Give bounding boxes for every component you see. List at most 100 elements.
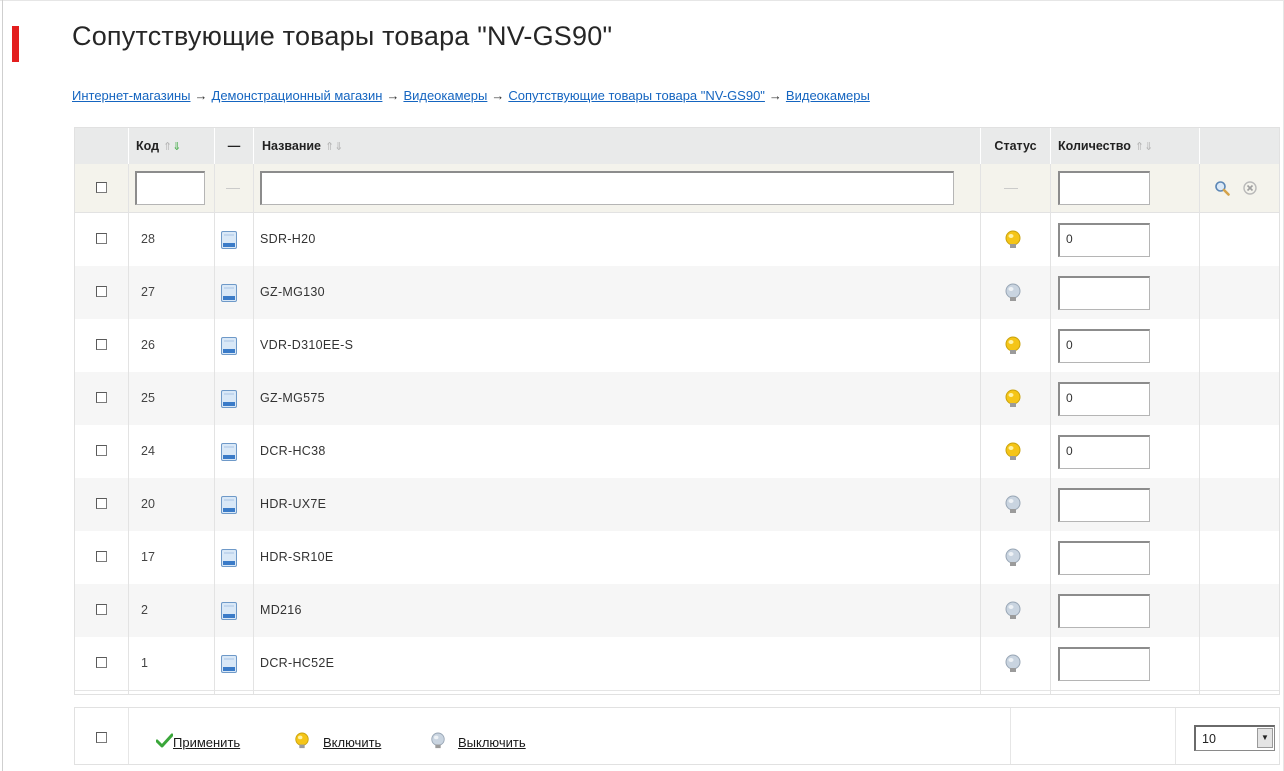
filter-status-dash: — xyxy=(1004,179,1018,195)
breadcrumb-link-related[interactable]: Сопутствующие товары товара "NV-GS90" xyxy=(508,88,765,103)
breadcrumb-link-camcorders-current[interactable]: Видеокамеры xyxy=(786,88,870,103)
quantity-field[interactable] xyxy=(1058,647,1150,681)
row-code: 24 xyxy=(141,444,155,458)
quantity-field[interactable]: 0 xyxy=(1058,329,1150,363)
bulb-on-icon[interactable] xyxy=(1004,389,1022,409)
header-status-label: Статус xyxy=(994,139,1037,153)
page-size-select[interactable]: 10 ▼ xyxy=(1194,725,1275,751)
bulb-off-icon[interactable] xyxy=(1004,495,1022,515)
quantity-field[interactable]: 0 xyxy=(1058,223,1150,257)
filter-name-input[interactable] xyxy=(260,171,954,205)
header-code-label: Код xyxy=(136,139,160,153)
header-actions-col xyxy=(1199,128,1279,164)
page-title: Сопутствующие товары товара "NV-GS90" xyxy=(72,21,613,51)
document-icon[interactable] xyxy=(221,549,237,567)
search-icon[interactable] xyxy=(1214,180,1230,196)
table-row: 17 HDR-SR10E xyxy=(75,531,1279,585)
document-icon[interactable] xyxy=(221,231,237,249)
filter-code-input[interactable] xyxy=(135,171,205,205)
clear-filter-icon[interactable] xyxy=(1243,181,1257,195)
breadcrumb-separator: → xyxy=(386,88,400,103)
header-quantity-label: Количество xyxy=(1058,139,1131,153)
row-select-checkbox[interactable] xyxy=(96,498,107,509)
row-select-checkbox[interactable] xyxy=(96,392,107,403)
table-row: 2 MD216 xyxy=(75,584,1279,638)
column-divider xyxy=(214,164,215,694)
bulb-on-icon[interactable] xyxy=(1004,442,1022,462)
sort-arrows-icon[interactable]: ⇑⇓ xyxy=(1135,141,1153,153)
bulb-on-icon[interactable] xyxy=(1004,336,1022,356)
table-row: 24 DCR-HC38 0 xyxy=(75,425,1279,479)
document-icon[interactable] xyxy=(221,496,237,514)
filter-select-checkbox[interactable] xyxy=(96,182,107,193)
row-name: GZ-MG130 xyxy=(260,285,325,299)
header-quantity[interactable]: Количество ⇑⇓ xyxy=(1050,128,1199,164)
row-select-checkbox[interactable] xyxy=(96,657,107,668)
header-select-col xyxy=(75,128,128,164)
sort-arrows-icon[interactable]: ⇑⇓ xyxy=(163,141,181,153)
bulb-off-icon xyxy=(431,732,445,749)
quantity-field[interactable] xyxy=(1058,488,1150,522)
bulb-on-icon[interactable] xyxy=(1004,230,1022,250)
row-code: 1 xyxy=(141,656,148,670)
quantity-field[interactable]: 0 xyxy=(1058,382,1150,416)
quantity-field[interactable] xyxy=(1058,276,1150,310)
breadcrumb-separator: → xyxy=(768,88,782,103)
actions-footer: Применить Включить Выключить 10 ▼ xyxy=(74,707,1280,765)
header-code[interactable]: Код ⇑⇓ xyxy=(128,128,214,164)
row-name: HDR-SR10E xyxy=(260,550,334,564)
column-divider xyxy=(253,164,254,694)
select-all-checkbox[interactable] xyxy=(96,732,107,743)
document-icon[interactable] xyxy=(221,655,237,673)
footer-divider xyxy=(1010,708,1011,764)
left-divider xyxy=(2,0,3,771)
row-code: 20 xyxy=(141,497,155,511)
document-icon[interactable] xyxy=(221,390,237,408)
row-code: 28 xyxy=(141,232,155,246)
header-type: — xyxy=(214,128,253,164)
disable-button[interactable]: Выключить xyxy=(458,735,526,750)
footer-divider xyxy=(128,708,129,764)
row-select-checkbox[interactable] xyxy=(96,339,107,350)
table-row: 28 SDR-H20 0 xyxy=(75,213,1279,267)
page-size-value: 10 xyxy=(1202,732,1216,746)
table-row: 25 GZ-MG575 0 xyxy=(75,372,1279,426)
quantity-field[interactable]: 0 xyxy=(1058,435,1150,469)
quantity-field[interactable] xyxy=(1058,541,1150,575)
sort-arrows-icon[interactable]: ⇑⇓ xyxy=(325,141,343,153)
row-name: MD216 xyxy=(260,603,302,617)
breadcrumb-link-camcorders[interactable]: Видеокамеры xyxy=(403,88,487,103)
row-select-checkbox[interactable] xyxy=(96,233,107,244)
row-select-checkbox[interactable] xyxy=(96,551,107,562)
chevron-down-icon[interactable]: ▼ xyxy=(1257,728,1273,748)
header-name[interactable]: Название ⇑⇓ xyxy=(253,128,980,164)
document-icon[interactable] xyxy=(221,443,237,461)
checkmark-icon xyxy=(156,733,173,748)
bulb-off-icon[interactable] xyxy=(1004,654,1022,674)
row-select-checkbox[interactable] xyxy=(96,445,107,456)
row-select-checkbox[interactable] xyxy=(96,286,107,297)
bulb-off-icon[interactable] xyxy=(1004,601,1022,621)
column-divider xyxy=(1050,164,1051,694)
row-name: HDR-UX7E xyxy=(260,497,327,511)
header-status: Статус xyxy=(980,128,1050,164)
breadcrumb-link-shops[interactable]: Интернет-магазины xyxy=(72,88,191,103)
breadcrumb: Интернет-магазины → Демонстрационный магаз… xyxy=(72,88,870,103)
bulb-off-icon[interactable] xyxy=(1004,548,1022,568)
apply-button[interactable]: Применить xyxy=(173,735,240,750)
footer-divider xyxy=(1175,708,1176,764)
header-dash: — xyxy=(227,139,241,153)
document-icon[interactable] xyxy=(221,602,237,620)
title-accent-mark xyxy=(12,26,19,62)
filter-quantity-input[interactable] xyxy=(1058,171,1150,205)
document-icon[interactable] xyxy=(221,284,237,302)
enable-button[interactable]: Включить xyxy=(323,735,381,750)
row-code: 26 xyxy=(141,338,155,352)
quantity-field[interactable] xyxy=(1058,594,1150,628)
breadcrumb-link-demo-shop[interactable]: Демонстрационный магазин xyxy=(212,88,383,103)
document-icon[interactable] xyxy=(221,337,237,355)
column-divider xyxy=(128,164,129,694)
bulb-off-icon[interactable] xyxy=(1004,283,1022,303)
row-select-checkbox[interactable] xyxy=(96,604,107,615)
table-row: 20 HDR-UX7E xyxy=(75,478,1279,532)
